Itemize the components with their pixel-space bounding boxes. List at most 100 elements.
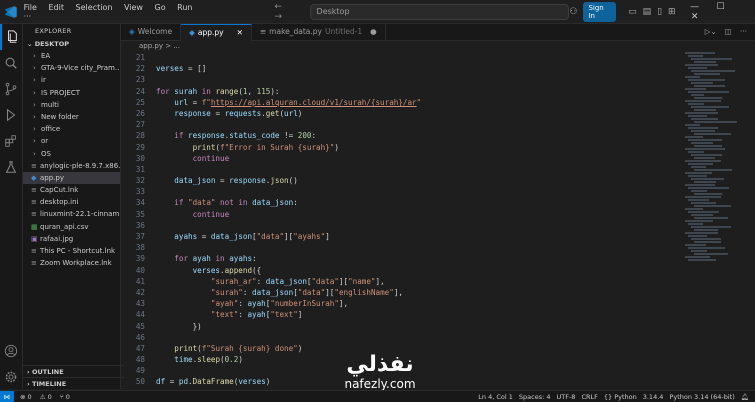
menu-file[interactable]: File bbox=[24, 3, 37, 12]
errors-count[interactable]: ⊗ 0 bbox=[20, 393, 32, 401]
encoding[interactable]: UTF-8 bbox=[556, 393, 575, 401]
code-line[interactable]: 41 "surah_ar": data_json["data"]["name"]… bbox=[121, 276, 681, 287]
tree-item[interactable]: › multi bbox=[23, 99, 120, 111]
more-actions-icon[interactable]: ··· bbox=[740, 24, 747, 40]
tab-welcome[interactable]: ◈ Welcome bbox=[121, 24, 182, 40]
signin-button[interactable]: Sign In bbox=[583, 1, 617, 22]
language-mode[interactable]: {} Python bbox=[604, 393, 637, 401]
code-line[interactable]: 32 data_json = response.json() bbox=[121, 175, 681, 186]
menu-go[interactable]: Go bbox=[155, 3, 166, 12]
warnings-count[interactable]: ⚠ 0 bbox=[40, 393, 52, 401]
tree-item[interactable]: ≡ CapCut.lnk bbox=[23, 184, 120, 196]
tree-item[interactable]: ≡ linuxmint-22.1-cinnam... bbox=[23, 208, 120, 220]
code-line[interactable]: 46 bbox=[121, 332, 681, 343]
tree-item[interactable]: ≡ This PC - Shortcut.lnk bbox=[23, 245, 120, 257]
code-line[interactable]: 35 continue bbox=[121, 209, 681, 220]
notifications-bell-icon[interactable]: 🔔︎ bbox=[741, 393, 749, 401]
code-line[interactable]: 31 bbox=[121, 164, 681, 175]
interpreter[interactable]: Python 3.14 (64-bit) bbox=[669, 393, 734, 401]
copilot-icon[interactable]: ⚇ bbox=[569, 7, 577, 17]
minimap-line bbox=[694, 193, 723, 195]
workspace-folder-header[interactable]: ⌄ DESKTOP bbox=[23, 38, 120, 50]
status-bar: ⋈ ⊗ 0 ⚠ 0 ⑂ 0 Ln 4, Col 1 Spaces: 4 UTF-… bbox=[0, 390, 755, 402]
code-line[interactable]: 23 bbox=[121, 74, 681, 85]
tree-item[interactable]: ◆ app.py bbox=[23, 171, 120, 185]
layout-sidebar-icon[interactable]: ▭ bbox=[628, 7, 637, 17]
layout-secondary-icon[interactable]: ▯ bbox=[657, 7, 662, 17]
menu-view[interactable]: View bbox=[124, 3, 143, 12]
accounts-button[interactable] bbox=[0, 338, 22, 364]
split-editor-icon[interactable]: ◫ bbox=[725, 24, 732, 40]
extensions-button[interactable] bbox=[0, 128, 22, 154]
code-line[interactable]: 45 }) bbox=[121, 321, 681, 332]
code-line[interactable]: 24 for surah in range(1, 115): bbox=[121, 86, 681, 97]
code-line[interactable]: 28 if response.status_code != 200: bbox=[121, 130, 681, 141]
tree-item[interactable]: › office bbox=[23, 123, 120, 135]
tree-item[interactable]: › New folder bbox=[23, 111, 120, 123]
code-line[interactable]: 39 for ayah in ayahs: bbox=[121, 253, 681, 264]
menu-more[interactable]: ··· bbox=[24, 12, 32, 21]
code-editor[interactable]: 21 22 verses = [] 23 24 for surah in range(1,… bbox=[121, 52, 681, 390]
tree-item[interactable]: › GTA-9-Vice city_Pram... bbox=[23, 62, 120, 74]
run-python-icon[interactable]: ▷⌄ bbox=[705, 24, 717, 40]
code-line[interactable]: 30 continue bbox=[121, 153, 681, 164]
code-text: print(f"Surah {surah} done") bbox=[174, 343, 303, 353]
code-line[interactable]: 37 ayahs = data_json["data"]["ayahs"] bbox=[121, 231, 681, 242]
run-debug-button[interactable] bbox=[0, 102, 22, 128]
source-control-button[interactable] bbox=[0, 76, 22, 102]
code-line[interactable]: 44 "text": ayah["text"] bbox=[121, 309, 681, 320]
minimap[interactable] bbox=[681, 52, 755, 390]
code-line[interactable]: 38 bbox=[121, 242, 681, 253]
tree-item[interactable]: ≡ anylogic-ple-8.9.7.x86... bbox=[23, 160, 120, 172]
minimize-icon[interactable]: — bbox=[682, 2, 708, 12]
code-line[interactable]: 33 bbox=[121, 186, 681, 197]
explorer-button[interactable] bbox=[0, 24, 22, 50]
maximize-icon[interactable]: ☐ bbox=[708, 2, 734, 12]
code-line[interactable]: 40 verses.append({ bbox=[121, 265, 681, 276]
tree-item[interactable]: ≡ desktop.ini bbox=[23, 196, 120, 208]
line-ending[interactable]: CRLF bbox=[581, 393, 597, 401]
tree-item[interactable]: › OS bbox=[23, 148, 120, 160]
tab-app-py[interactable]: ◆ app.py ✕ bbox=[181, 24, 252, 41]
unsaved-dot-icon[interactable]: ● bbox=[370, 24, 377, 40]
tree-item[interactable]: › EA bbox=[23, 50, 120, 62]
python-version[interactable]: 3.14.4 bbox=[643, 393, 664, 401]
indentation[interactable]: Spaces: 4 bbox=[519, 393, 551, 401]
search-button[interactable] bbox=[0, 50, 22, 76]
back-arrow-icon[interactable]: ← bbox=[275, 2, 283, 12]
tab-close-icon[interactable]: ✕ bbox=[237, 25, 243, 41]
tree-item[interactable]: › or bbox=[23, 135, 120, 147]
tree-item[interactable]: › ir bbox=[23, 74, 120, 86]
code-line[interactable]: 29 print(f"Error in Surah {surah}") bbox=[121, 142, 681, 153]
breadcrumb[interactable]: app.py > ... bbox=[121, 41, 180, 52]
remote-icon[interactable]: ⋈ bbox=[0, 391, 14, 402]
code-line[interactable]: 43 "ayah": ayah["numberInSurah"], bbox=[121, 298, 681, 309]
minimap-line bbox=[691, 70, 736, 72]
code-line[interactable]: 34 if "data" not in data_json: bbox=[121, 197, 681, 208]
layout-panel-icon[interactable]: ▤ bbox=[643, 7, 652, 17]
menu-selection[interactable]: Selection bbox=[76, 3, 113, 12]
manage-button[interactable] bbox=[0, 364, 22, 390]
code-line[interactable]: 22 verses = [] bbox=[121, 63, 681, 74]
forward-arrow-icon[interactable]: → bbox=[275, 12, 283, 22]
command-center-search[interactable]: Desktop bbox=[309, 3, 570, 20]
tab-make-data[interactable]: ≡ make_data.py Untitled-1 ● bbox=[252, 24, 386, 40]
customize-layout-icon[interactable]: ⊞ bbox=[668, 7, 676, 17]
code-line[interactable]: 21 bbox=[121, 52, 681, 63]
code-line[interactable]: 26 response = requests.get(url) bbox=[121, 108, 681, 119]
menu-run[interactable]: Run bbox=[177, 3, 192, 12]
code-line[interactable]: 42 "surah": data_json["data"]["englishNa… bbox=[121, 287, 681, 298]
ports-count[interactable]: ⑂ 0 bbox=[60, 393, 70, 401]
tree-item[interactable]: › IS PROJECT bbox=[23, 87, 120, 99]
tree-item[interactable]: ▦ quran_api.csv bbox=[23, 221, 120, 233]
close-icon[interactable]: ✕ bbox=[682, 12, 708, 22]
code-line[interactable]: 25 url = f"https://api.alquran.cloud/v1/… bbox=[121, 97, 681, 108]
cursor-position[interactable]: Ln 4, Col 1 bbox=[478, 393, 513, 401]
menu-edit[interactable]: Edit bbox=[49, 3, 65, 12]
timeline-section[interactable]: › TIMELINE bbox=[23, 377, 124, 390]
code-line[interactable]: 27 bbox=[121, 119, 681, 130]
tree-item[interactable]: ▣ rafaai.jpg bbox=[23, 233, 120, 245]
testing-button[interactable] bbox=[0, 154, 22, 180]
tree-item[interactable]: ≡ Zoom Workplace.lnk bbox=[23, 257, 120, 269]
code-line[interactable]: 36 bbox=[121, 220, 681, 231]
